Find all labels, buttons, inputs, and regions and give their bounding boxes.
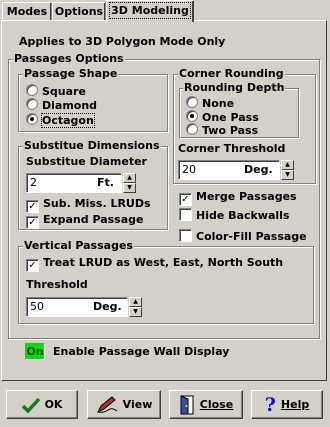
merge-passages-label: Merge Passages <box>196 190 297 203</box>
radio-two-pass-button[interactable] <box>186 123 198 135</box>
spin-down-icon[interactable]: ▼ <box>123 183 136 193</box>
corner-rounding-group: Corner Rounding Rounding Depth None One … <box>173 67 316 184</box>
checkbox-box[interactable]: ✓ <box>26 216 39 229</box>
view-button[interactable]: View <box>87 390 161 419</box>
spin-up-icon[interactable]: ▲ <box>129 297 142 307</box>
treat-lrud-checkbox[interactable]: ✓ Treat LRUD as West, East, North South <box>26 256 283 272</box>
hide-backwalls-checkbox[interactable]: Hide Backwalls <box>179 208 289 223</box>
rounding-depth-group: Rounding Depth None One Pass Two Pass <box>179 81 299 138</box>
radio-square-label: Square <box>42 85 86 98</box>
help-button[interactable]: ? Help <box>251 390 323 419</box>
corner-threshold-label: Corner Threshold <box>178 142 286 155</box>
radio-square[interactable]: Square <box>26 84 86 99</box>
spin-up-icon[interactable]: ▲ <box>281 160 294 170</box>
radio-diamond[interactable]: Diamond <box>26 98 97 113</box>
radio-none[interactable]: None <box>186 96 234 111</box>
pen-icon <box>96 395 117 413</box>
radio-two-pass-label: Two Pass <box>202 124 259 137</box>
sub-miss-lruds-label: Sub. Miss. LRUDs <box>43 197 151 210</box>
checkbox-box[interactable]: ✓ <box>26 259 39 272</box>
passage-shape-group: Passage Shape Square Diamond Octagon <box>18 67 168 132</box>
passage-shape-title: Passage Shape <box>23 67 119 81</box>
radio-diamond-label: Diamond <box>42 99 98 112</box>
corner-threshold-spinner[interactable]: ▲ ▼ <box>281 160 294 180</box>
spin-down-icon[interactable]: ▼ <box>129 307 142 317</box>
spin-down-icon[interactable]: ▼ <box>281 170 294 180</box>
checkbox-box[interactable] <box>179 229 192 242</box>
help-button-label: Help <box>280 398 310 411</box>
vertical-passages-title: Vertical Passages <box>23 239 134 253</box>
vertical-threshold-unit: Deg. <box>93 300 122 313</box>
corner-threshold-unit: Deg. <box>244 163 273 176</box>
radio-two-pass[interactable]: Two Pass <box>186 123 258 138</box>
checkbox-box[interactable] <box>179 208 192 221</box>
merge-passages-checkbox[interactable]: ✓ Merge Passages <box>179 190 297 206</box>
substitue-dimensions-title: Substitue Dimensions <box>23 139 161 153</box>
sub-miss-lruds-checkbox[interactable]: ✓ Sub. Miss. LRUDs <box>26 197 151 213</box>
radio-octagon[interactable]: Octagon <box>26 113 95 128</box>
substitue-diameter-label: Substitue Diameter <box>26 155 147 168</box>
substitue-diameter-spinner[interactable]: ▲ ▼ <box>123 173 136 193</box>
radio-one-pass-button[interactable] <box>186 110 198 122</box>
tab-options-label: Options <box>54 5 104 18</box>
radio-none-button[interactable] <box>186 96 198 108</box>
vertical-passages-group: Vertical Passages ✓ Treat LRUD as West, E… <box>18 239 314 324</box>
close-button-label: Close <box>199 398 234 411</box>
treat-lrud-label: Treat LRUD as West, East, North South <box>43 256 284 269</box>
vertical-threshold-label: Threshold <box>26 278 88 291</box>
enable-wall-toggle[interactable]: On <box>25 343 45 360</box>
spin-up-icon[interactable]: ▲ <box>123 173 136 183</box>
tab-modes-label: Modes <box>6 5 48 18</box>
passages-options-group: Passages Options Passage Shape Square Di… <box>8 52 320 339</box>
tab-modes[interactable]: Modes <box>2 2 52 20</box>
checkbox-box[interactable]: ✓ <box>26 200 39 213</box>
passages-options-title: Passages Options <box>13 52 125 66</box>
rounding-depth-title: Rounding Depth <box>183 81 286 95</box>
radio-octagon-label: Octagon <box>41 113 95 128</box>
ok-button[interactable]: OK <box>6 390 78 419</box>
corner-rounding-title: Corner Rounding <box>178 67 285 81</box>
close-button[interactable]: Close <box>169 390 243 419</box>
ok-button-label: OK <box>44 398 63 411</box>
expand-passage-label: Expand Passage <box>43 213 144 226</box>
color-fill-checkbox[interactable]: Color-Fill Passage <box>179 229 307 244</box>
substitue-diameter-unit: Ft. <box>97 176 114 189</box>
vertical-threshold-spinner[interactable]: ▲ ▼ <box>129 297 142 317</box>
radio-diamond-button[interactable] <box>26 98 38 110</box>
substitue-dimensions-group: Substitue Dimensions Substitue Diameter … <box>18 139 168 230</box>
tab-3d-modeling-label: 3D Modeling <box>109 2 191 19</box>
subtitle: Applies to 3D Polygon Mode Only <box>19 35 226 48</box>
vertical-threshold-value: 50 <box>30 300 44 313</box>
radio-square-button[interactable] <box>26 84 38 96</box>
tab-3d-modeling[interactable]: 3D Modeling <box>106 0 194 22</box>
checkmark-icon <box>21 397 40 413</box>
hide-backwalls-label: Hide Backwalls <box>196 209 290 222</box>
checkbox-box[interactable]: ✓ <box>179 193 192 206</box>
enable-wall-label: Enable Passage Wall Display <box>53 345 230 358</box>
tab-options[interactable]: Options <box>52 2 106 20</box>
view-button-label: View <box>122 398 153 411</box>
question-icon: ? <box>264 393 276 416</box>
expand-passage-checkbox[interactable]: ✓ Expand Passage <box>26 213 143 229</box>
radio-none-label: None <box>202 97 235 110</box>
corner-threshold-value: 20 <box>182 163 196 176</box>
color-fill-label: Color-Fill Passage <box>196 230 307 243</box>
substitue-diameter-value: 2 <box>30 176 37 189</box>
door-icon <box>180 394 194 414</box>
radio-octagon-button[interactable] <box>26 113 38 125</box>
